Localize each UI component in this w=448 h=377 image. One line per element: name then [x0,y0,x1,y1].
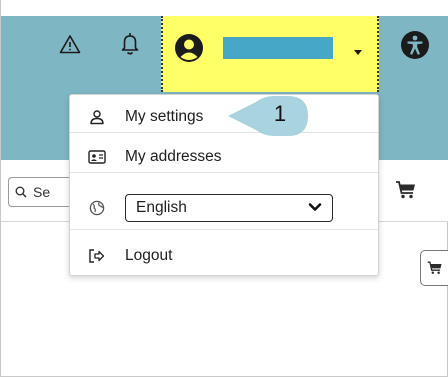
menu-item-label: My addresses [125,147,222,165]
menu-item-my-addresses[interactable]: My addresses [70,141,378,173]
logout-icon [87,247,107,265]
menu-item-label: My settings [125,107,204,125]
user-icon [87,108,107,126]
chevron-down-icon [308,199,322,217]
search-input[interactable]: Se [8,177,70,207]
accessibility-icon[interactable] [400,30,430,60]
menu-item-my-settings[interactable]: My settings [70,101,378,133]
menu-item-label: Logout [125,247,173,264]
warning-icon[interactable] [56,30,84,58]
search-text: Se [33,184,51,200]
address-card-icon [87,148,107,166]
top-strip [1,0,448,16]
menu-item-language: English [70,186,378,230]
cart-side-button[interactable] [420,250,448,286]
language-select[interactable]: English [125,193,333,222]
caret-down-icon [351,44,365,55]
user-dropdown-menu: My settings My addresses English Logout [69,94,379,276]
globe-icon [87,199,107,217]
menu-item-logout[interactable]: Logout [70,240,378,272]
user-menu-button[interactable] [161,16,379,92]
cart-icon[interactable] [395,180,417,200]
language-select-value: English [136,198,187,216]
bell-icon[interactable] [116,30,144,58]
user-circle-icon [174,33,204,63]
step-number: 1 [273,101,287,126]
user-name-redacted [223,37,333,59]
search-icon [15,186,27,198]
cart-icon [427,261,442,274]
